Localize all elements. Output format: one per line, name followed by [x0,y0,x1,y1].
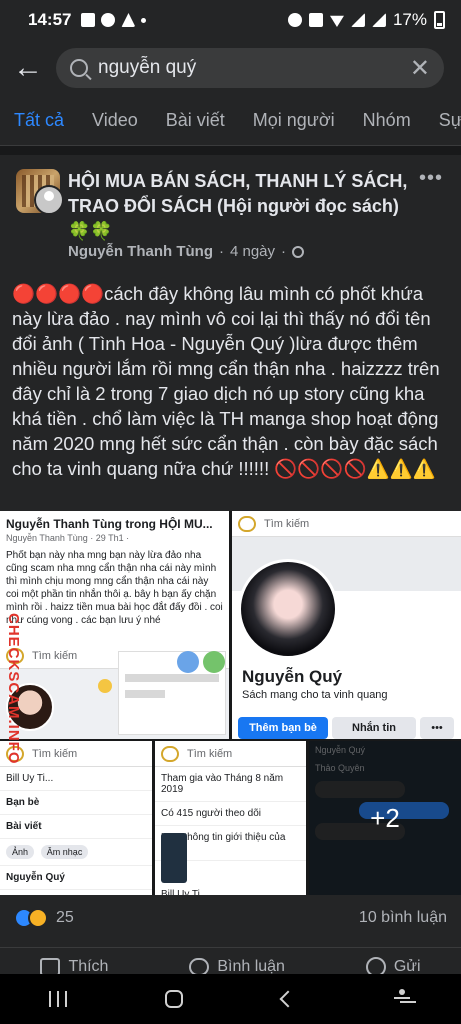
post-text: 🔴🔴🔴🔴cách đây không lâu mình có phốt khứa… [12,283,440,479]
back-icon [238,515,256,532]
search-query[interactable]: nguyễn quý [98,57,410,79]
chip-photos: Ảnh [6,845,35,859]
status-time: 14:57 [28,10,72,29]
tile2-search-bar: Tìm kiếm [232,511,461,537]
call-icon [203,651,225,673]
dot-icon [141,17,147,23]
home-icon[interactable] [165,990,184,1008]
tile1-header: Nguyễn Thanh Tùng trong HỘI MU... [6,517,213,531]
accessibility-icon[interactable] [392,989,412,1009]
image-tile-5[interactable]: Nguyễn Quý Thảo Quyên +2 [309,741,461,895]
tile3-footer: Nguyễn Quý [0,866,152,890]
post-header: HỘI MUA BÁN SÁCH, THANH LÝ SÁCH, TRAO ĐỔ… [0,155,461,265]
tile3-row: Bài viết [0,815,152,839]
tile1-body: Phốt bạn này nha mng bạn này lừa đảo nha… [6,550,223,626]
image-tile-4[interactable]: Tìm kiếm Tham gia vào Tháng 8 năm 2019 C… [155,741,306,895]
message-button: Nhắn tin [332,717,416,739]
tile1-sub: Nguyễn Thanh Tùng · 29 Th1 · [6,533,130,543]
tile3-search-bar: Tìm kiếm [0,741,152,767]
chip-music: Âm nhạc [40,845,89,859]
more-options-button[interactable]: ••• [419,167,443,190]
signal-icon [350,13,365,27]
search-input[interactable]: nguyễn quý ✕ [56,48,444,88]
filter-tabs: Tất cả Video Bài viết Mọi người Nhóm Sự [0,96,461,146]
post-time: 4 ngày [229,243,276,260]
gallery-icon [81,13,96,27]
phone-thumbnail [161,833,187,883]
back-icon [161,745,179,762]
video-icon [177,651,199,673]
warning-icon [121,13,136,27]
back-nav-icon[interactable] [279,990,297,1008]
recent-apps-icon[interactable] [49,991,68,1007]
tile3-row: Bạn bè [0,791,152,815]
emoji-icon [98,679,112,693]
tab-posts[interactable]: Bài viết [166,110,225,131]
tab-events[interactable]: Sự [439,110,461,131]
tab-people[interactable]: Mọi người [253,110,335,131]
comment-count[interactable]: 10 bình luận [359,909,447,927]
watermark: CHECKSCAM.INFO [5,613,22,765]
battery-icon [434,11,445,29]
alarm-icon [287,13,302,27]
tab-groups[interactable]: Nhóm [363,110,411,131]
wifi-icon [329,15,344,27]
profile-picture [238,559,338,659]
reaction-count: 25 [56,909,74,926]
user-avatar[interactable] [34,185,64,215]
back-button[interactable]: ← [10,50,46,86]
tile4-caption: Bill Uy Ti... [161,889,209,895]
profile-more-button: ••• [420,717,454,739]
sync-icon [101,13,116,27]
wow-reaction-icon [28,908,48,928]
author-name[interactable]: Nguyễn Thanh Tùng [68,243,213,260]
mute-icon [308,13,323,27]
tile3-chips: Ảnh Âm nhạc [0,839,152,866]
status-bar: 14:57 17% [0,0,461,40]
post-card: HỘI MUA BÁN SÁCH, THANH LÝ SÁCH, TRAO ĐỔ… [0,147,461,977]
reactions-bar[interactable]: 25 10 bình luận [0,903,461,933]
profile-card: Nguyễn Quý Sách mang cho ta vinh quang T… [232,539,461,739]
tile4-row: Có 415 người theo dõi [155,802,306,826]
add-friend-button: Thêm bạn bè [238,717,328,739]
tab-all[interactable]: Tất cả [14,110,64,131]
signal-icon-2 [371,13,386,27]
tile4-row: Tham gia vào Tháng 8 năm 2019 [155,767,306,802]
profile-bio: Sách mang cho ta vinh quang [242,689,388,701]
image-tile-3[interactable]: Tìm kiếm Bill Uy Ti... Bạn bè Bài viết Ả… [0,741,152,895]
search-icon [70,59,88,77]
image-grid: Nguyễn Thanh Tùng trong HỘI MU... Nguyễn… [0,511,461,895]
tile3-row: Bill Uy Ti... [0,767,152,791]
image-tile-1[interactable]: Nguyễn Thanh Tùng trong HỘI MU... Nguyễn… [0,511,229,739]
more-images-overlay[interactable]: +2 [309,741,461,895]
image-tile-2[interactable]: Tìm kiếm Nguyễn Quý Sách mang cho ta vin… [232,511,461,739]
globe-icon [292,245,305,258]
close-icon[interactable]: ✕ [410,54,430,83]
group-name[interactable]: HỘI MUA BÁN SÁCH, THANH LÝ SÁCH, TRAO ĐỔ… [68,169,408,244]
battery-percent: 17% [392,10,427,29]
arrow-left-icon: ← [13,51,43,84]
post-meta: Nguyễn Thanh Tùng · 4 ngày · [68,243,305,260]
system-nav-bar [0,974,461,1024]
tab-video[interactable]: Video [92,110,138,131]
profile-name: Nguyễn Quý [242,667,343,686]
search-header: ← nguyễn quý ✕ [0,40,461,96]
tile4-search-bar: Tìm kiếm [155,741,306,767]
